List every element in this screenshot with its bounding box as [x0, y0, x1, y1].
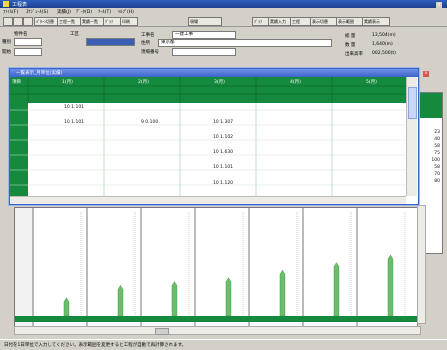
- project-name-field[interactable]: 一建工事: [172, 31, 236, 39]
- dialog-horizontal-scrollbar[interactable]: [10, 196, 406, 204]
- dialog-title: 一覧表示_月単位(実績): [16, 71, 63, 76]
- label-address: 住所: [141, 41, 150, 46]
- label-rate: 出来高率: [345, 52, 363, 57]
- info-panel: 物件名 工区 種別 開始 工事名 一建工事 住所 東京都 現場番号 総 量 13…: [0, 27, 447, 65]
- total-value: 13,504(m): [372, 33, 396, 38]
- toolbar-button-1[interactable]: ﾊﾟﾀｰﾝ切替: [34, 17, 58, 26]
- grid-body: 10 1.101 10 1.101 9 0.100 10 1.307 10 1.…: [10, 103, 406, 196]
- status-bar: 日付を1日単位で入力してください。表示範囲を変更すると工程が自動で再計算されます…: [0, 339, 447, 350]
- toolbar-button-5[interactable]: 印刷: [120, 17, 138, 26]
- grid-cell[interactable]: 10 1.120: [213, 181, 233, 186]
- grid-cell[interactable]: 10 1.307: [213, 120, 233, 125]
- dialog-close-icon[interactable]: ×: [423, 71, 429, 77]
- dialog-titlebar: 一覧表示_月単位(実績) _□×: [10, 69, 429, 77]
- grid-cell[interactable]: 10 1.101: [213, 165, 233, 170]
- chart-bar: [387, 254, 394, 317]
- quantity-value: 1,640(m): [372, 42, 393, 47]
- bar-chart: [15, 208, 417, 326]
- grid-cell[interactable]: 10 1.102: [213, 135, 233, 140]
- print-icon[interactable]: [23, 17, 33, 26]
- grid-header: 項目 1(月) 2(月) 3(月) 4(月) 5(月): [10, 77, 406, 103]
- app-icon: [3, 1, 9, 7]
- toolbar-process[interactable]: 工程: [290, 17, 312, 26]
- site-code-field[interactable]: [172, 48, 236, 56]
- rate-value: 002,500(t): [372, 51, 396, 56]
- label-type: 種別: [2, 40, 11, 45]
- window-controls: _□×: [423, 1, 445, 8]
- graph-horizontal-scrollbar[interactable]: [14, 326, 421, 335]
- status-text: 日付を1日単位で入力してください。表示範囲を変更すると工程が自動で再計算されます…: [4, 343, 187, 348]
- toolbar-button-4[interactable]: ｸﾞﾗﾌ: [103, 17, 121, 26]
- toolbar-result-view[interactable]: 実績表示: [362, 17, 390, 26]
- grid-cell[interactable]: 9 0.100: [141, 120, 158, 125]
- grid-lines: [10, 103, 406, 196]
- list-item: 58: [434, 165, 440, 170]
- label-work-name: 工事名: [141, 33, 155, 38]
- graph-scroll-thumb[interactable]: [155, 328, 169, 335]
- label-site-code: 現場番号: [141, 50, 159, 55]
- grid-header-lines: [10, 77, 406, 103]
- grid-cell[interactable]: 10 1.630: [213, 150, 233, 155]
- start-field[interactable]: [14, 48, 42, 56]
- list-item: 40: [434, 137, 440, 142]
- chart-bar: [171, 281, 178, 317]
- chart-baseline-band: [15, 316, 417, 322]
- chart-bar: [225, 277, 232, 317]
- list-item: 70: [434, 172, 440, 177]
- toolbar-view-switch[interactable]: 表示切替: [310, 17, 338, 26]
- dialog-scroll-thumb[interactable]: [408, 87, 417, 119]
- graph-area: [14, 207, 418, 327]
- address-field[interactable]: 東京都: [158, 39, 332, 47]
- chart-bar: [279, 269, 286, 317]
- toolbar-result-input[interactable]: 実績入力: [268, 17, 292, 26]
- open-icon[interactable]: [13, 17, 23, 26]
- window-title: 工程表: [12, 2, 28, 8]
- save-icon[interactable]: [3, 17, 13, 26]
- list-item: 58: [434, 144, 440, 149]
- toolbar-site[interactable]: 現場: [188, 17, 222, 26]
- grid-cell[interactable]: 10 1.101: [64, 120, 84, 125]
- window-titlebar: 工程表 _□×: [0, 0, 447, 8]
- label-quantity: 数 量: [345, 43, 356, 48]
- chart-bar: [117, 285, 124, 317]
- grid-cell[interactable]: 10 1.101: [64, 105, 84, 110]
- list-item: 100: [431, 158, 440, 163]
- list-item: 23: [434, 130, 440, 135]
- menu-bar: ﾌｧｲﾙ(F) ｽｹｼﾞｭｰﾙ(S) 実績(J) ﾃﾞｰﾀ(D) ﾂｰﾙ(T) …: [0, 8, 447, 15]
- toolbar-view-range[interactable]: 表示範囲: [336, 17, 364, 26]
- label-property: 物件名: [14, 32, 28, 37]
- chart-bar: [333, 262, 340, 317]
- right-list-header: [420, 93, 442, 118]
- type-field[interactable]: [14, 38, 42, 46]
- chart-bar: [63, 297, 70, 317]
- chart-axis-panel: [15, 208, 33, 326]
- list-item: 80: [434, 179, 440, 184]
- label-section: 工区: [70, 32, 79, 37]
- toolbar-button-3[interactable]: 実績一覧: [80, 17, 104, 26]
- graph-vertical-scrollbar[interactable]: [417, 205, 426, 324]
- label-start: 開始: [2, 50, 11, 55]
- toolbar-button-2[interactable]: 工程一覧: [57, 17, 81, 26]
- dialog-vertical-scrollbar[interactable]: [406, 77, 417, 196]
- toolbar: ﾊﾟﾀｰﾝ切替 工程一覧 実績一覧 ｸﾞﾗﾌ 印刷 現場 ｸﾞﾗﾌ 実績入力 工…: [0, 15, 447, 27]
- label-total: 総 量: [345, 34, 356, 39]
- section-select[interactable]: [86, 38, 135, 46]
- monthly-list-dialog: 一覧表示_月単位(実績) _□× 項目 1(月) 2(月) 3(月) 4(月) …: [9, 68, 429, 205]
- list-item: 75: [434, 151, 440, 156]
